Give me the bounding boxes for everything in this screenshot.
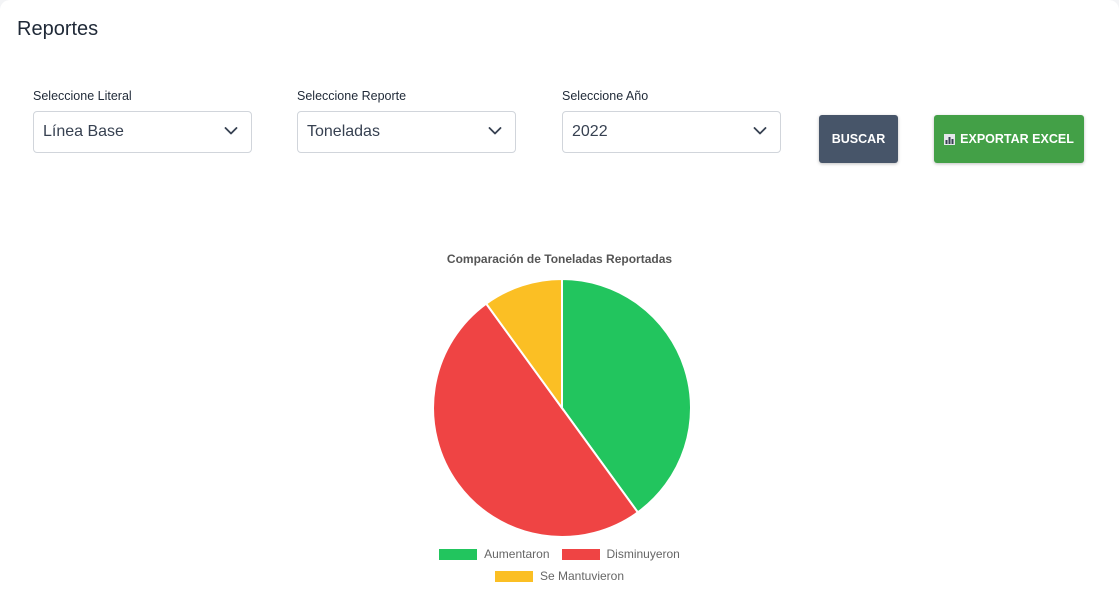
legend-swatch bbox=[439, 548, 478, 560]
legend-item[interactable]: Disminuyeron bbox=[561, 547, 680, 561]
export-excel-button[interactable]: EXPORTAR EXCEL bbox=[934, 115, 1084, 163]
reporte-value: Toneladas bbox=[307, 123, 380, 140]
literal-value: Línea Base bbox=[43, 123, 124, 140]
legend-label: Se Mantuvieron bbox=[539, 569, 625, 583]
reporte-select[interactable]: Toneladas bbox=[297, 111, 516, 153]
anio-field: Seleccione Año 2022 bbox=[562, 89, 781, 153]
legend-item[interactable]: Aumentaron bbox=[439, 547, 550, 561]
legend-row-1: Aumentaron Disminuyeron bbox=[0, 547, 1119, 561]
chart-title: Comparación de Toneladas Reportadas bbox=[446, 252, 673, 266]
anio-label: Seleccione Año bbox=[562, 89, 649, 103]
reporte-field: Seleccione Reporte Toneladas bbox=[297, 89, 516, 153]
page-title: Reportes bbox=[17, 18, 99, 40]
buscar-button[interactable]: BUSCAR bbox=[819, 115, 898, 163]
export-excel-label: EXPORTAR EXCEL bbox=[960, 132, 1074, 146]
anio-value: 2022 bbox=[572, 123, 608, 140]
legend-swatch bbox=[494, 570, 533, 582]
legend-swatch bbox=[561, 548, 600, 560]
literal-label: Seleccione Literal bbox=[33, 89, 132, 103]
pie-chart bbox=[432, 278, 692, 538]
literal-field: Seleccione Literal Línea Base bbox=[33, 89, 252, 153]
reporte-label: Seleccione Reporte bbox=[297, 89, 407, 103]
bar-chart-icon bbox=[944, 133, 956, 145]
legend-label: Aumentaron bbox=[484, 547, 550, 561]
legend-row-2: Se Mantuvieron bbox=[0, 569, 1119, 583]
legend-label: Disminuyeron bbox=[606, 547, 680, 561]
anio-select[interactable]: 2022 bbox=[562, 111, 781, 153]
chevron-down-icon bbox=[753, 127, 767, 135]
literal-select[interactable]: Línea Base bbox=[33, 111, 252, 153]
chevron-down-icon bbox=[224, 127, 238, 135]
reports-card: Reportes Seleccione Literal Línea Base S… bbox=[0, 0, 1119, 616]
legend-item[interactable]: Se Mantuvieron bbox=[494, 569, 625, 583]
chevron-down-icon bbox=[488, 127, 502, 135]
buscar-label: BUSCAR bbox=[831, 132, 886, 146]
